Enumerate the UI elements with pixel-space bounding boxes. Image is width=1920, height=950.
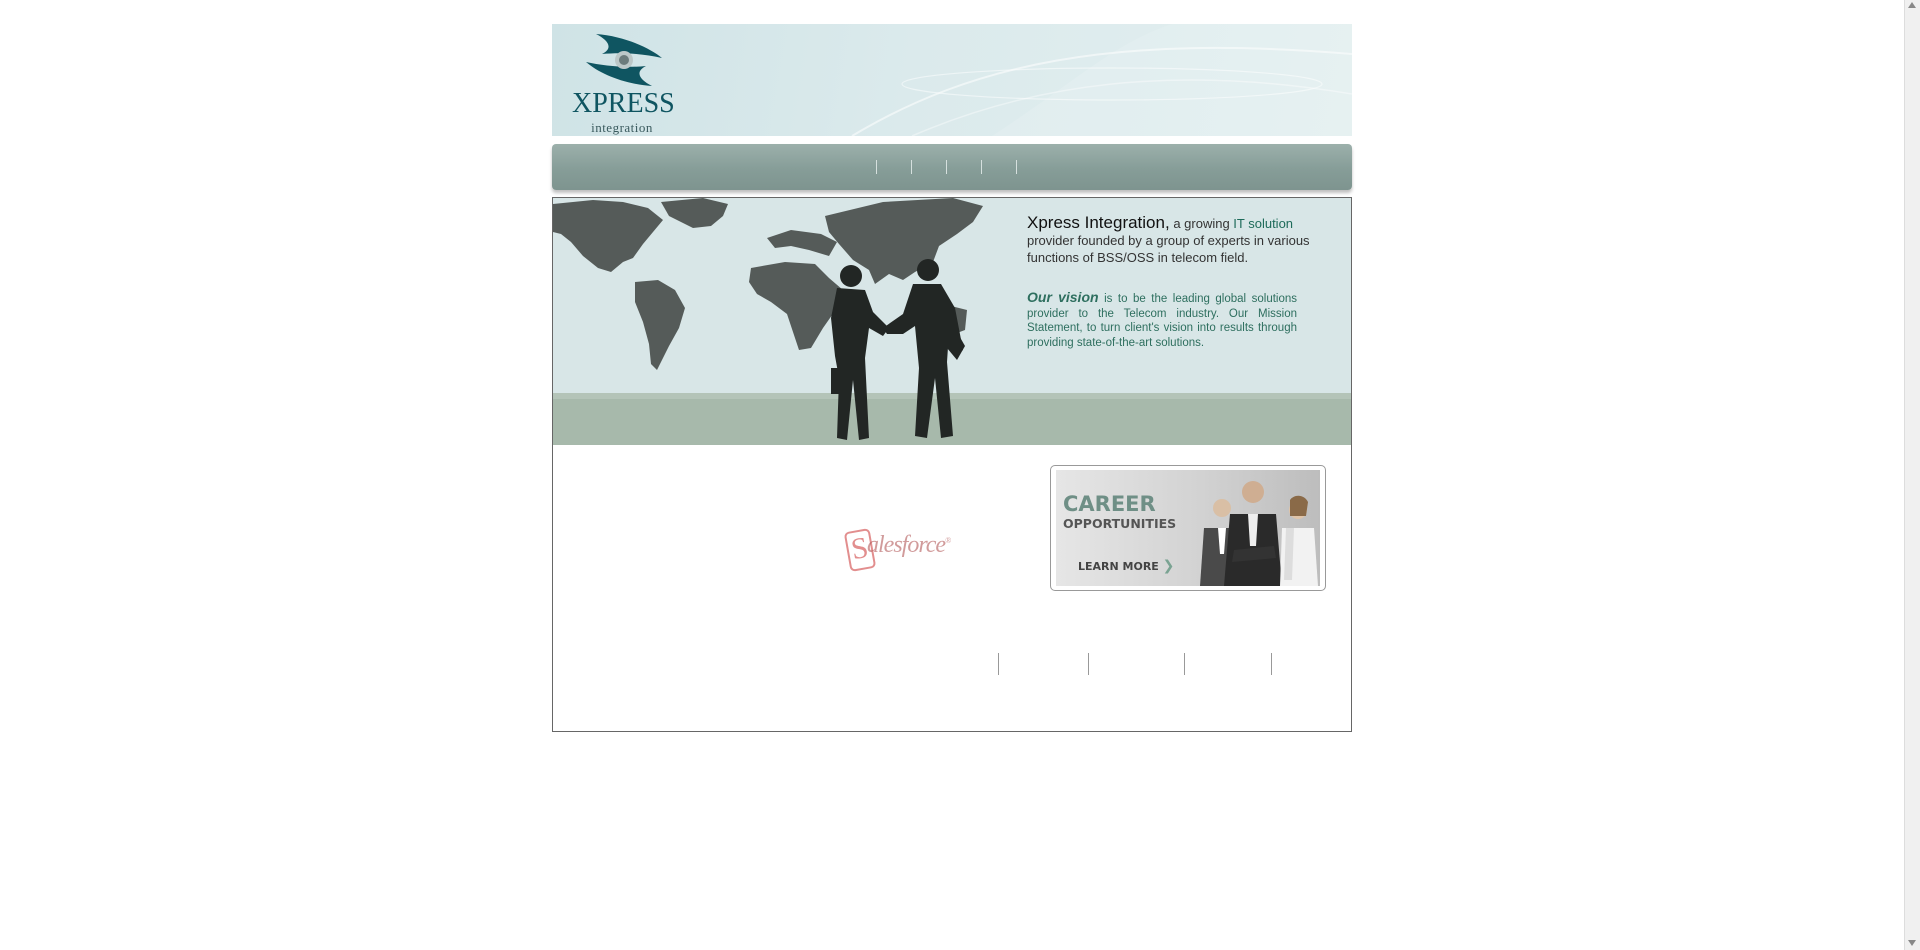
vertical-scrollbar[interactable] (1904, 0, 1920, 950)
scroll-up-icon[interactable] (1908, 2, 1916, 8)
footer-link-2[interactable] (1088, 653, 1184, 675)
nav-item-3[interactable] (946, 160, 981, 174)
main-content: Xpress Integration, a growing IT solutio… (552, 197, 1352, 732)
hero-intro: Xpress Integration, a growing IT solutio… (1027, 214, 1327, 266)
footer-link-4[interactable] (1271, 653, 1291, 675)
learn-more-button[interactable]: LEARN MORE ❯ (1078, 558, 1174, 574)
nav-item-4[interactable] (981, 160, 1016, 174)
site-logo[interactable]: XPRESS integration (572, 32, 682, 135)
business-team-photo (1200, 481, 1318, 586)
salesforce-wordmark: alesforce® (867, 532, 951, 559)
footer-link-1[interactable] (998, 653, 1088, 675)
page-container: XPRESS integration Xpress Integration, a… (552, 24, 1352, 732)
scroll-down-icon[interactable] (1908, 940, 1916, 946)
salesforce-text: alesforce (867, 532, 946, 558)
nav-item-2[interactable] (911, 160, 946, 174)
hero-intro-part-a: a growing (1169, 216, 1234, 231)
hero-banner: Xpress Integration, a growing IT solutio… (553, 198, 1351, 445)
chevron-right-icon: ❯ (1162, 558, 1175, 574)
career-subtitle: OPPORTUNITIES (1063, 516, 1177, 531)
hero-intro-part-b: provider founded by a group of experts i… (1027, 233, 1310, 265)
career-title: CAREER (1063, 492, 1156, 516)
hero-company-name: Xpress Integration, (1027, 213, 1170, 232)
career-banner-image: CAREER OPPORTUNITIES LEARN MORE ❯ (1056, 470, 1320, 586)
logo-wordmark: XPRESS (572, 88, 675, 119)
site-header: XPRESS integration (552, 24, 1352, 136)
salesforce-trademark: ® (945, 536, 951, 545)
vision-label: Our vision (1027, 289, 1099, 305)
nav-item-1[interactable] (876, 160, 911, 174)
learn-more-label: LEARN MORE (1078, 560, 1159, 573)
main-nav-bar (552, 144, 1352, 190)
footer-links (998, 653, 1291, 675)
career-opportunities-banner[interactable]: CAREER OPPORTUNITIES LEARN MORE ❯ (1050, 465, 1326, 591)
nav-item-5[interactable] (1016, 160, 1051, 174)
logo-eye-icon (586, 34, 662, 86)
hero-vision: Our vision is to be the leading global s… (1027, 290, 1297, 350)
salesforce-partner-logo[interactable]: S alesforce® (843, 528, 955, 576)
footer-link-3[interactable] (1184, 653, 1271, 675)
nav-items (876, 160, 1051, 174)
logo-tagline: integration (591, 120, 653, 135)
hero-intro-highlight: IT solution (1233, 216, 1294, 231)
